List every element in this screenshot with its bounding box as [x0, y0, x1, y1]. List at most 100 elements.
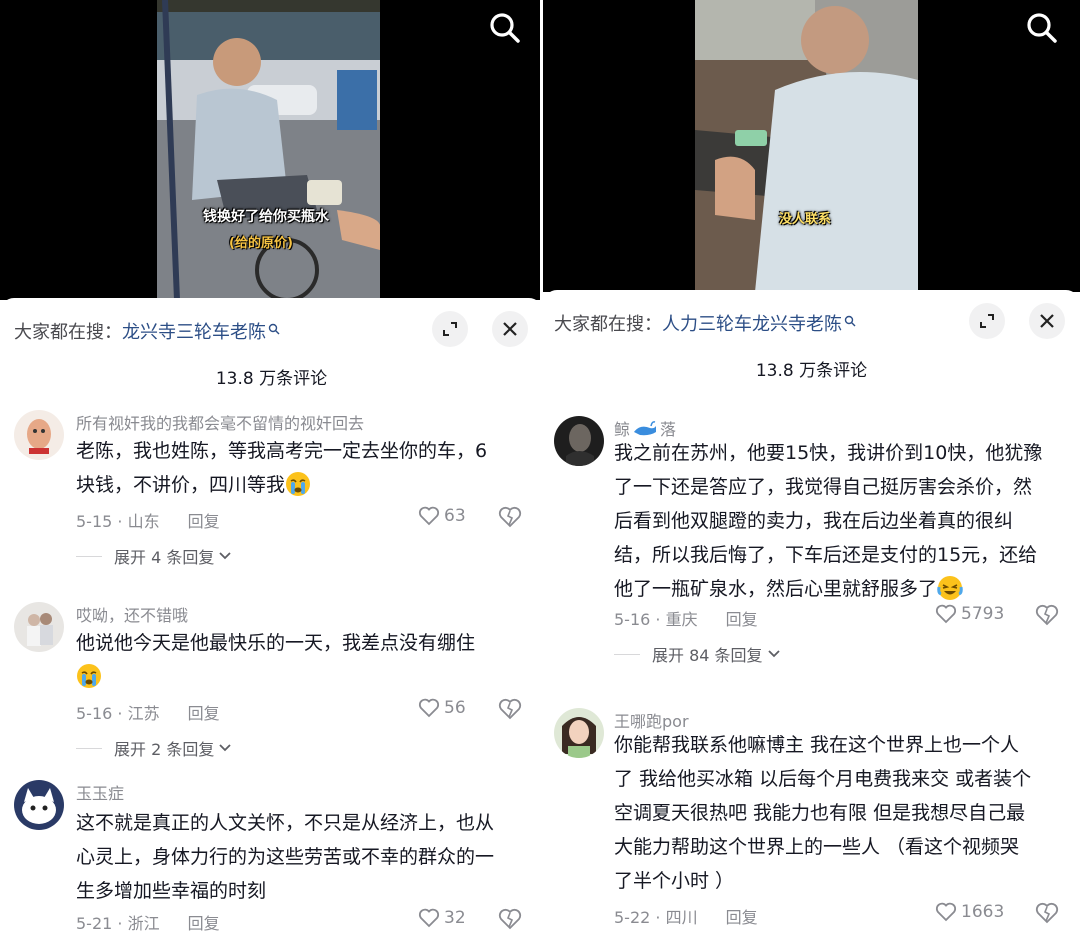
comment-line: 大能力帮助这个世界上的一些人 （看这个视频哭: [614, 836, 1020, 858]
heart-icon: [935, 902, 957, 922]
left-screenshot: 钱换好了给你买瓶水 (给的原价) 大家都在搜： 龙兴寺三轮车老陈 13.8 万条…: [0, 0, 543, 945]
heart-icon: [418, 698, 440, 718]
expand-icon[interactable]: [969, 303, 1005, 339]
avatar[interactable]: [14, 780, 64, 830]
comment-line: 老陈，我也姓陈，等我高考完一定去坐你的车，6: [76, 440, 488, 462]
comment-line: 心灵上，身体力行的为这些劳苦或不幸的群众的一: [76, 846, 495, 868]
dislike-icon[interactable]: [498, 698, 522, 724]
comment-sheet: 大家都在搜： 人力三轮车龙兴寺老陈 13.8 万条评论 鲸落 我之前在苏州，他要…: [543, 290, 1080, 945]
search-suggestion[interactable]: 大家都在搜： 龙兴寺三轮车老陈: [14, 316, 280, 346]
divider-line: [76, 747, 102, 749]
like-button[interactable]: 32: [418, 908, 466, 928]
comment-line: 了 我给他买冰箱 以后每个月电费我来交 或者装个: [614, 768, 1032, 790]
comment-line: 这不就是真正的人文关怀，不只是从经济上，也从: [76, 812, 495, 834]
search-suggestion-term[interactable]: 龙兴寺三轮车老陈: [122, 318, 266, 344]
like-button[interactable]: 56: [418, 698, 466, 718]
comment-line-text: 他了一瓶矿泉水，然后心里就舒服多了: [614, 578, 938, 600]
reply-button[interactable]: 回复: [188, 914, 220, 933]
comment-text: 老陈，我也姓陈，等我高考完一定去坐你的车，6 块钱，不讲价，四川等我: [76, 434, 487, 502]
comment-count: 13.8 万条评论: [215, 369, 328, 389]
laughing-crying-emoji-icon: [937, 575, 963, 601]
comment-line-text: 块钱，不讲价，四川等我: [76, 474, 286, 496]
comment-username[interactable]: 玉玉症: [76, 780, 124, 804]
video-caption: 钱换好了给你买瓶水: [203, 209, 329, 225]
dislike-icon[interactable]: [1035, 604, 1059, 630]
comment-line: 空调夏天很热吧 我能力也有限 但是我想尽自己最: [614, 802, 1026, 824]
dislike-icon[interactable]: [498, 506, 522, 532]
comment-username[interactable]: 哎呦，还不错哦: [76, 602, 188, 626]
expand-icon[interactable]: [432, 311, 468, 347]
comment-line: 结，所以我后悔了，下车后还是支付的15元，还给: [614, 544, 1038, 566]
expand-replies-button[interactable]: 展开 84 条回复: [614, 642, 781, 666]
crying-emoji-icon: [285, 471, 311, 497]
expand-replies-button[interactable]: 展开 4 条回复: [76, 544, 232, 568]
dislike-icon[interactable]: [498, 908, 522, 934]
comment-text: 你能帮我联系他嘛博主 我在这个世界上也一个人 了 我给他买冰箱 以后每个月电费我…: [614, 728, 1031, 898]
reply-button[interactable]: 回复: [726, 610, 758, 629]
comment-line: 他了一瓶矿泉水，然后心里就舒服多了: [614, 572, 1042, 606]
search-icon[interactable]: [1024, 10, 1060, 46]
comment-username[interactable]: 所有视奸我的我都会毫不留情的视奸回去: [76, 410, 364, 434]
close-icon[interactable]: [492, 311, 528, 347]
expand-replies-label: 展开 84 条回复: [652, 646, 763, 665]
chevron-down-icon: [767, 650, 780, 658]
video-caption: 没人联系: [779, 212, 832, 227]
comment-text: 我之前在苏州，他要15快，我讲价到10快，他犹豫 了一下还是答应了，我觉得自己挺…: [614, 436, 1042, 606]
comment-sheet: 大家都在搜： 龙兴寺三轮车老陈 13.8 万条评论 所有视奸我的我都会毫不留情的…: [0, 298, 543, 945]
chevron-down-icon: [219, 552, 231, 560]
comment-line: 了一下还是答应了，我觉得自己挺厉害会杀价，然: [614, 476, 1033, 498]
comment-meta: 5-21 · 浙江 回复: [76, 910, 220, 934]
comment-count: 13.8 万条评论: [755, 361, 868, 381]
crying-emoji-icon: [76, 663, 102, 689]
small-search-icon: [844, 311, 856, 327]
divider-line: [76, 555, 102, 557]
avatar[interactable]: [554, 416, 604, 466]
comment-line: 后看到他双腿蹬的卖力，我在后边坐着真的很纠: [614, 510, 1014, 532]
expand-replies-label: 展开 4 条回复: [114, 548, 215, 567]
comment-line: [76, 660, 475, 694]
comment-line: 我之前在苏州，他要15快，我讲价到10快，他犹豫: [614, 442, 1043, 464]
comment-date-location: 5-15 · 山东: [76, 512, 160, 531]
heart-icon: [418, 908, 440, 928]
comment-line: 他说他今天是他最快乐的一天，我差点没有绷住: [76, 632, 476, 654]
video-player[interactable]: 钱换好了给你买瓶水 (给的原价): [0, 0, 543, 300]
like-button[interactable]: 63: [418, 506, 466, 526]
avatar[interactable]: [14, 410, 64, 460]
search-suggestion-prefix: 大家都在搜：: [14, 322, 122, 343]
comment-meta: 5-22 · 四川 回复: [614, 904, 758, 928]
search-suggestion-term[interactable]: 人力三轮车龙兴寺老陈: [662, 310, 842, 336]
like-button[interactable]: 1663: [935, 902, 1004, 922]
expand-replies-label: 展开 2 条回复: [114, 740, 215, 759]
video-caption-sub: (给的原价): [229, 236, 293, 251]
comment-date-location: 5-16 · 重庆: [614, 610, 698, 629]
close-icon[interactable]: [1029, 303, 1065, 339]
comment-date-location: 5-21 · 浙江: [76, 914, 160, 933]
like-count: 32: [444, 908, 466, 928]
like-count: 63: [444, 506, 466, 526]
comment-meta: 5-16 · 重庆 回复: [614, 606, 758, 630]
comment-date-location: 5-16 · 江苏: [76, 704, 160, 723]
video-frame: 没人联系: [695, 0, 918, 292]
avatar[interactable]: [14, 602, 64, 652]
comment-line: 块钱，不讲价，四川等我: [76, 468, 487, 502]
like-count: 1663: [961, 902, 1005, 922]
reply-button[interactable]: 回复: [726, 908, 758, 927]
reply-button[interactable]: 回复: [188, 704, 220, 723]
search-suggestion[interactable]: 大家都在搜： 人力三轮车龙兴寺老陈: [554, 308, 856, 338]
video-player[interactable]: 没人联系: [543, 0, 1080, 292]
right-screenshot: 没人联系 大家都在搜： 人力三轮车龙兴寺老陈 13.8 万条评论 鲸落 我之前在…: [543, 0, 1080, 945]
reply-button[interactable]: 回复: [188, 512, 220, 531]
like-count: 56: [444, 698, 466, 718]
search-icon[interactable]: [487, 10, 523, 46]
like-count: 5793: [961, 604, 1005, 624]
like-button[interactable]: 5793: [935, 604, 1004, 624]
dislike-icon[interactable]: [1035, 902, 1059, 928]
expand-replies-button[interactable]: 展开 2 条回复: [76, 736, 232, 760]
comment-line: 了半个小时 ）: [614, 870, 735, 892]
comment-date-location: 5-22 · 四川: [614, 908, 698, 927]
comment-meta: 5-15 · 山东 回复: [76, 508, 220, 532]
small-search-icon: [268, 319, 280, 335]
avatar[interactable]: [554, 708, 604, 758]
comment-text: 这不就是真正的人文关怀，不只是从经济上，也从 心灵上，身体力行的为这些劳苦或不幸…: [76, 806, 494, 908]
comment-meta: 5-16 · 江苏 回复: [76, 700, 220, 724]
